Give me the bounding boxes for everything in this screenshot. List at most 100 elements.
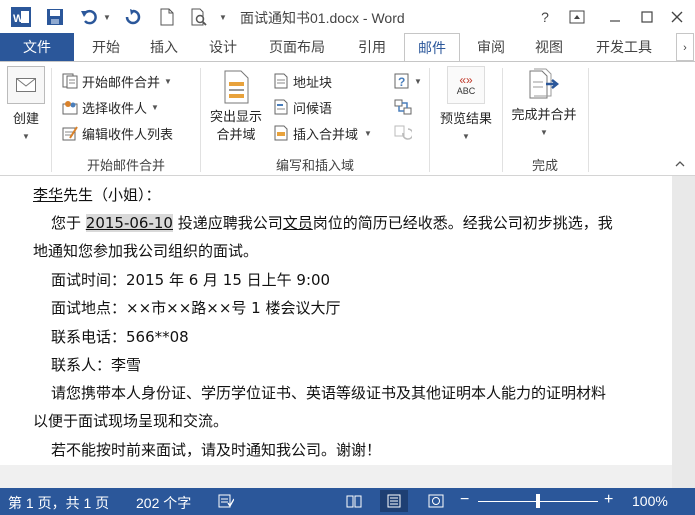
address-block-icon [273,73,289,89]
zoom-slider-thumb[interactable] [536,494,540,508]
save-icon[interactable] [42,4,68,30]
greeting-line-button[interactable]: 问候语 [273,96,332,118]
vertical-scrollbar[interactable] [672,176,695,488]
finish-merge-icon [526,68,562,102]
preview-results-icon: «» ABC [447,66,485,104]
edit-recipient-list-label: 编辑收件人列表 [82,126,174,142]
tab-insert[interactable]: 插入 [138,33,190,61]
web-layout-icon[interactable] [428,494,444,511]
highlight-merge-fields-button[interactable]: 突出显示 合并域 [204,70,268,144]
greeting-line-label: 问候语 [293,100,333,116]
proofing-icon[interactable] [218,494,235,511]
start-mail-merge-button[interactable]: 开始邮件合并 ▼ [62,70,172,92]
zoom-slider[interactable] [478,494,598,508]
match-fields-icon [394,99,412,115]
rules-button[interactable]: ? ▼ [394,70,422,92]
chevron-down-icon: ▼ [151,102,159,112]
doc-line-3: 地通知您参加我公司组织的面试。 [33,242,259,260]
create-dropdown-icon: ▼ [22,132,30,141]
chevron-down-icon: ▼ [462,132,470,141]
close-button[interactable] [664,4,690,30]
tab-review[interactable]: 审阅 [464,33,518,61]
horizontal-scrollbar[interactable] [0,465,672,488]
preview-abc-text: ABC [456,85,476,96]
tab-developer[interactable]: 开发工具 [584,33,664,61]
doc-line-8: 请您携带本人身份证、学历学位证书、英语等级证书及其他证明本人能力的证明材料 [51,384,607,402]
chevron-down-icon: ▼ [364,128,372,138]
tab-home[interactable]: 开始 [80,33,132,61]
page-count[interactable]: 第 1 页，共 1 页 [8,493,109,513]
insert-merge-field-label: 插入合并域 [293,126,359,142]
maximize-button[interactable] [634,4,660,30]
zoom-in-button[interactable]: + [604,491,613,509]
help-button[interactable]: ? [532,4,558,30]
address-block-button[interactable]: 地址块 [273,70,332,92]
recipients-icon [62,99,78,115]
edit-recipient-list-button[interactable]: 编辑收件人列表 [62,122,173,144]
tab-scroll-right[interactable]: › [676,33,694,61]
doc-line-4: 面试时间：2015 年 6 月 15 日上午 9:00 [51,271,331,289]
minimize-button[interactable] [602,4,628,30]
undo-dropdown-icon[interactable]: ▼ [102,4,112,30]
finish-merge-label: 完成并合并 [511,107,577,122]
address-block-label: 地址块 [293,74,333,90]
new-document-icon[interactable] [154,4,180,30]
zoom-out-button[interactable]: − [460,491,469,509]
create-label: 创建 [12,111,39,126]
update-labels-icon [394,125,414,141]
doc-line-10: 若不能按时前来面试，请及时通知我公司。谢谢！ [51,441,382,459]
edit-list-icon [62,125,78,141]
update-labels-button[interactable] [394,122,414,144]
tab-mailings[interactable]: 邮件 [404,33,460,61]
preview-results-button[interactable]: «» ABC 预览结果 ▼ [433,66,499,146]
tab-file[interactable]: 文件 [0,33,74,61]
word-logo-icon[interactable]: W [8,4,34,30]
doc-text: 投递应聘我公司 [172,214,283,232]
highlight-label-2: 合并域 [216,127,256,142]
group-label-start-merge: 开始邮件合并 [86,158,165,173]
ribbon-display-options-button[interactable] [564,4,590,30]
ribbon-mailings: 创建 ▼ 开始邮件合并 ▼ 选择收件人 ▼ 编辑收件人列表 开始邮件合并 突出显… [0,61,695,176]
customize-qat-icon[interactable]: ▼ [216,4,230,30]
doc-line-2: 您于 2015-06-10 投递应聘我公司文员岗位的简历已经收悉。经我公司初步挑… [51,212,613,233]
create-button[interactable]: 创建 ▼ [4,66,48,146]
envelope-icon [7,66,45,104]
tab-design[interactable]: 设计 [196,33,250,61]
finish-merge-button[interactable]: 完成并合并 ▼ [504,68,584,142]
select-recipients-button[interactable]: 选择收件人 ▼ [62,96,159,118]
tab-view[interactable]: 视图 [522,33,576,61]
read-mode-icon[interactable] [346,494,362,511]
doc-text: 岗位的简历已经收悉。经我公司初步挑选，我 [312,214,613,232]
print-preview-icon[interactable] [186,4,212,30]
zoom-level[interactable]: 100% [632,493,668,509]
tab-layout[interactable]: 页面布局 [256,33,338,61]
group-separator [502,68,503,172]
status-bar: 第 1 页，共 1 页 202 个字 − + 100% [0,488,695,515]
word-count[interactable]: 202 个字 [136,493,191,513]
chevron-down-icon: ▼ [164,76,172,86]
collapse-ribbon-button[interactable] [674,158,688,172]
match-fields-button[interactable] [394,96,414,118]
document-area: 李华先生（小姐）： 您于 2015-06-10 投递应聘我公司文员岗位的简历已经… [0,176,695,488]
ribbon-tab-bar: 文件 开始 插入 设计 页面布局 引用 邮件 审阅 视图 开发工具 › [0,33,695,61]
redo-icon[interactable] [120,4,146,30]
insert-field-icon [273,125,289,141]
tab-references[interactable]: 引用 [344,33,400,61]
group-separator [588,68,589,172]
merge-field-job: 文员 [282,214,313,232]
window-title: 面试通知书01.docx - Word [240,10,405,26]
doc-line-9: 以便于面试现场呈现和交流。 [33,412,229,430]
start-mail-merge-label: 开始邮件合并 [82,74,161,90]
print-layout-icon[interactable] [380,490,408,512]
insert-merge-field-button[interactable]: 插入合并域 ▼ [273,122,372,144]
chevron-down-icon: ▼ [540,128,548,137]
preview-results-label: 预览结果 [439,111,492,126]
group-label-write-insert: 编写和插入域 [275,158,354,173]
group-separator [51,68,52,172]
doc-line-6: 联系电话：566**08 [51,328,189,346]
doc-line-5: 面试地点：××市××路××号 1 楼会议大厅 [51,299,341,317]
svg-text:W: W [13,13,24,25]
document-page[interactable]: 李华先生（小姐）： 您于 2015-06-10 投递应聘我公司文员岗位的简历已经… [0,176,672,465]
mail-merge-icon [62,73,78,89]
undo-icon[interactable] [76,4,102,30]
